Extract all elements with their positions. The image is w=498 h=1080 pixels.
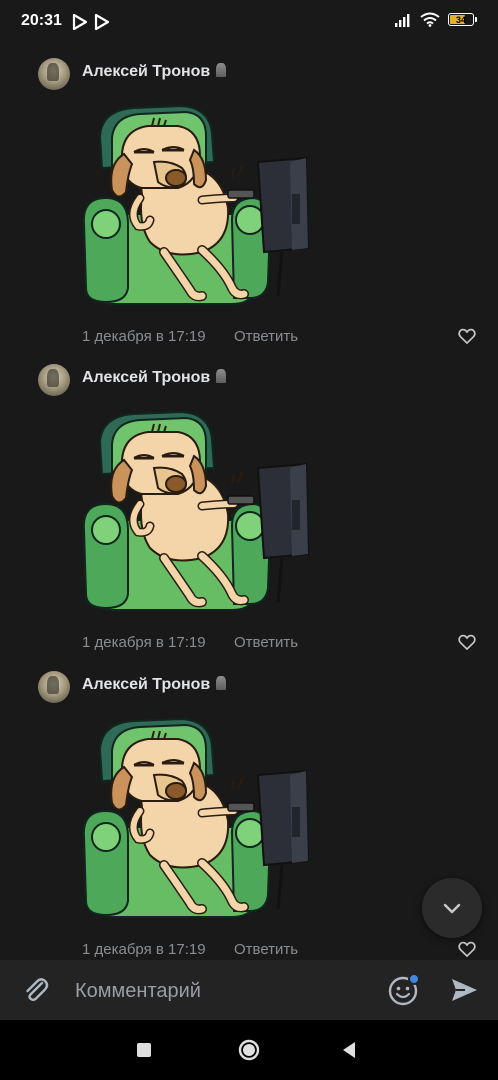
paperclip-icon[interactable] (20, 974, 52, 1006)
play-store-icon (72, 13, 88, 31)
comment-author[interactable]: Алексей Тронов (82, 369, 227, 387)
comment-author[interactable]: Алексей Тронов (82, 676, 227, 694)
send-icon[interactable] (449, 975, 479, 1005)
moai-badge-icon (216, 676, 227, 690)
heart-icon[interactable] (457, 326, 477, 346)
dog-in-armchair-watching-tv-sticker[interactable] (82, 102, 310, 308)
dog-in-armchair-watching-tv-sticker[interactable] (82, 715, 310, 921)
emoji-icon[interactable] (387, 973, 421, 1007)
wifi-icon (420, 12, 440, 27)
back-icon[interactable] (342, 1041, 356, 1059)
comment-date: 1 декабря в 17:19 (82, 941, 206, 958)
comment-composer (0, 960, 498, 1020)
comment-date: 1 декабря в 17:19 (82, 328, 206, 345)
moai-badge-icon (216, 369, 227, 383)
recent-apps-icon[interactable] (137, 1043, 151, 1057)
reply-button[interactable]: Ответить (234, 328, 298, 345)
reply-button[interactable]: Ответить (234, 941, 298, 958)
scroll-down-button[interactable] (422, 878, 482, 938)
avatar[interactable] (38, 364, 70, 396)
battery-icon: 34 (448, 13, 477, 26)
author-name[interactable]: Алексей Тронов (82, 676, 210, 693)
comment-author[interactable]: Алексей Тронов (82, 63, 227, 81)
comment-item: Алексей Тронов 1 декабря в 17:19 Ответит… (0, 364, 498, 664)
signal-icon (395, 13, 410, 27)
status-bar: 20:31 34 (0, 0, 498, 44)
heart-icon[interactable] (457, 632, 477, 652)
author-name[interactable]: Алексей Тронов (82, 369, 210, 386)
reply-button[interactable]: Ответить (234, 634, 298, 651)
avatar[interactable] (38, 58, 70, 90)
home-icon[interactable] (238, 1039, 260, 1061)
author-name[interactable]: Алексей Тронов (82, 63, 210, 80)
system-nav-bar (0, 1020, 498, 1080)
play-store-icon (94, 13, 110, 31)
dog-in-armchair-watching-tv-sticker[interactable] (82, 408, 310, 614)
status-time: 20:31 (21, 12, 62, 29)
comment-item: Алексей Тронов 1 декабря в 17:19 Ответит… (0, 58, 498, 358)
avatar[interactable] (38, 671, 70, 703)
comment-input[interactable] (73, 976, 377, 1006)
comment-item: Алексей Тронов 1 декабря в 17:19 Ответит… (0, 671, 498, 971)
battery-level: 34 (455, 14, 466, 25)
moai-badge-icon (216, 63, 227, 77)
heart-icon[interactable] (457, 939, 477, 959)
status-icons: 34 (394, 12, 477, 27)
chevron-down-icon (443, 903, 461, 914)
comment-date: 1 декабря в 17:19 (82, 634, 206, 651)
